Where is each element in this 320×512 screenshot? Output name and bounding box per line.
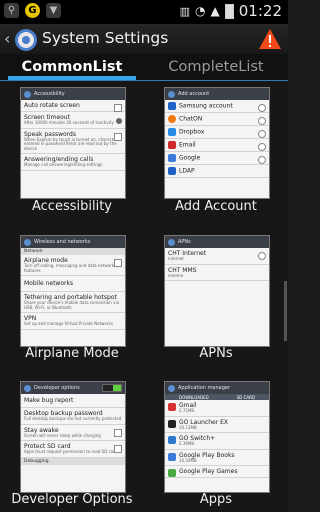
gear-icon[interactable] (13, 27, 39, 53)
card-header: Accessibility (21, 88, 125, 100)
usb-icon: ⚲ (4, 3, 19, 18)
checkbox (114, 445, 122, 453)
checkbox (114, 132, 122, 141)
list-item: Mobile networks (21, 276, 125, 292)
email-icon (168, 141, 176, 149)
list-item: Desktop backup password Full desktop back… (21, 408, 125, 425)
card-label-accessibility[interactable]: Accessibility (0, 199, 144, 214)
go-launcher-icon (168, 419, 176, 428)
wifi-icon: ◔ (195, 4, 206, 18)
scrollbar[interactable] (284, 281, 287, 341)
gear-icon (168, 384, 175, 392)
card-add-account[interactable]: Add account Samsung account ChatON Dropb… (164, 87, 270, 199)
card-header: Wireless and networks (21, 236, 125, 248)
dropbox-icon (168, 128, 176, 136)
gear-icon (24, 90, 31, 98)
list-item: Screen timeout After 10000 minutes 20 sec… (21, 112, 125, 129)
signal-icon: ▲ (210, 4, 220, 18)
gear-icon (168, 90, 175, 98)
card-accessibility[interactable]: Accessibility Auto rotate screen Screen … (20, 87, 126, 199)
vibrate-icon: ▥ (179, 4, 191, 18)
warning-icon[interactable] (258, 27, 282, 51)
radio-button (258, 117, 266, 125)
list-item: Answering/ending calls Manage call answer… (21, 154, 125, 171)
section-header: Network (21, 248, 125, 255)
toggle-switch (102, 384, 122, 392)
list-item: Stay awake Screen will never sleep while … (21, 425, 125, 441)
list-item: Protect SD card Apps must request permiss… (21, 441, 125, 458)
page-title: System Settings (42, 29, 169, 47)
card-header: Application manager (165, 382, 269, 394)
list-item: GO Switch+ 2.39MB (165, 433, 269, 450)
radio-button (258, 143, 266, 151)
gmail-icon (168, 403, 176, 411)
list-item: Speak passwords When Explore by touch is … (21, 129, 125, 154)
list-item: Google Play Books 10.54MB (165, 450, 269, 466)
play-games-icon (168, 469, 176, 477)
card-apps[interactable]: Application manager DOWNLOADED SD CARD Gm… (164, 381, 270, 493)
status-bar: ⚲ G ▼ ▥ ◔ ▲ 01:22 (0, 0, 288, 24)
play-books-icon (168, 452, 176, 461)
list-item: GO Launcher EX 10.13MB (165, 417, 269, 433)
card-label-developer-options[interactable]: Developer Options (0, 492, 144, 507)
chaton-icon (168, 115, 176, 123)
list-item: Dropbox (165, 126, 269, 139)
radio-button (258, 104, 266, 112)
list-item: Airplane mode Turn off calling, messaging… (21, 255, 125, 276)
radio-button (258, 252, 266, 260)
list-item: VPN Set up and manage Virtual Private Net… (21, 313, 125, 330)
action-bar: ‹ System Settings (0, 24, 288, 54)
checkbox (114, 428, 122, 437)
list-item: Google Play Games (165, 466, 269, 478)
clock: 01:22 (238, 2, 282, 20)
card-header: APNs (165, 236, 269, 248)
google-icon (168, 154, 176, 162)
card-developer-options[interactable]: Developer options Make bug report Deskto… (20, 381, 126, 493)
list-item: CHT Internet internet (165, 248, 269, 265)
tab-bar: CommonList CompleteList (0, 54, 288, 81)
list-item: Tethering and portable hotspot Share your… (21, 292, 125, 313)
back-icon[interactable]: ‹ (4, 29, 10, 48)
ldap-icon (168, 167, 176, 175)
list-item: Google (165, 152, 269, 165)
list-item: Email (165, 139, 269, 152)
card-label-apps[interactable]: Apps (144, 492, 288, 507)
tab-complete-list[interactable]: CompleteList (144, 54, 288, 80)
notification-icon: G (25, 3, 40, 18)
download-icon: ▼ (46, 3, 61, 18)
card-header: Add account (165, 88, 269, 100)
card-label-apns[interactable]: APNs (144, 346, 288, 361)
card-label-airplane-mode[interactable]: Airplane Mode (0, 346, 144, 361)
card-apns[interactable]: APNs CHT Internet internet CHT MMS emome (164, 235, 270, 347)
radio-button (258, 130, 266, 138)
card-label-add-account[interactable]: Add Account (144, 199, 288, 214)
checkbox (114, 104, 122, 112)
go-switch-icon (168, 436, 176, 444)
battery-icon (224, 3, 234, 19)
list-item: Samsung account (165, 100, 269, 113)
checkbox (114, 259, 122, 267)
list-item: ChatON (165, 113, 269, 126)
gear-icon (168, 238, 175, 246)
radio-button (258, 156, 266, 164)
list-item: Gmail 2.71MB (165, 400, 269, 417)
card-header: Developer options (21, 382, 125, 394)
list-item: CHT MMS emome (165, 265, 269, 281)
samsung-icon (168, 102, 176, 110)
gear-icon (24, 384, 31, 392)
card-airplane-mode[interactable]: Wireless and networks Network Airplane m… (20, 235, 126, 347)
tab-common-list[interactable]: CommonList (0, 54, 144, 80)
section-header: Debugging (21, 457, 125, 465)
list-item: Auto rotate screen (21, 100, 125, 112)
settings-grid: Accessibility Auto rotate screen Screen … (0, 81, 288, 512)
list-item: Make bug report (21, 394, 125, 408)
gear-icon (24, 238, 31, 246)
chevron-right-icon (116, 118, 122, 124)
list-item: LDAP (165, 165, 269, 178)
